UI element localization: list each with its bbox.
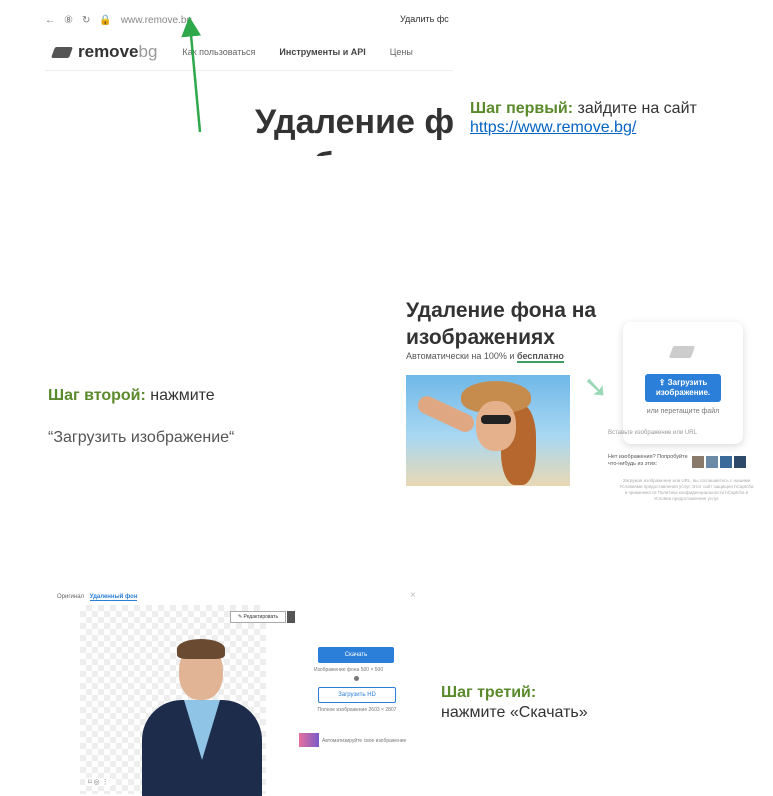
- terms-fine-print: Загружая изображение или URL, вы соглаша…: [619, 478, 754, 501]
- step2-heading-line2: изображениях: [406, 326, 555, 349]
- upload-button-label1: ⇪ Загрузить: [658, 378, 708, 387]
- edit-button[interactable]: ✎ Редактировать: [230, 611, 286, 623]
- step3-caption: Шаг третий: нажмите «Скачать»: [441, 683, 588, 723]
- step3-text: нажмите «Скачать»: [441, 704, 588, 721]
- step3-screenshot: Оригинал Удаленный фон × ✎ Редактировать…: [52, 590, 426, 796]
- drop-hint: или перетащите файл: [646, 408, 720, 415]
- curved-arrow-icon: ➘: [583, 371, 609, 404]
- step2-subtitle: Автоматически на 100% и бесплатно: [406, 351, 564, 363]
- step2-heading-line1: Удаление фона на: [406, 299, 597, 322]
- upload-image-button[interactable]: ⇪ Загрузить изображение.: [645, 374, 721, 402]
- download-button[interactable]: Скачать: [318, 647, 394, 663]
- sample-thumb[interactable]: [734, 456, 746, 468]
- step1-caption: Шаг первый: зайдите на сайт https://www.…: [470, 99, 760, 137]
- step2-text: нажмите: [150, 387, 215, 404]
- preview-size-text: Изображение фона 500 × 500: [314, 667, 384, 673]
- step1-label: Шаг первый:: [470, 100, 574, 117]
- sample-thumbnails: [692, 456, 748, 468]
- edit-dropdown-button[interactable]: [287, 611, 295, 623]
- upload-card: ⇪ Загрузить изображение. или перетащите …: [623, 322, 743, 444]
- no-image-text: Нет изображения? Попробуйте что-нибудь и…: [608, 454, 688, 467]
- sample-thumb[interactable]: [692, 456, 704, 468]
- step3-label: Шаг третий:: [441, 684, 537, 701]
- subtitle-free: бесплатно: [516, 351, 564, 363]
- upload-button-label2: изображение.: [655, 388, 711, 397]
- paste-hint[interactable]: Вставьте изображение или URL: [608, 430, 697, 436]
- result-tabs: Оригинал Удаленный фон: [57, 594, 138, 601]
- sample-photo-woman: [406, 375, 570, 486]
- sample-thumb[interactable]: [706, 456, 718, 468]
- removebg-link[interactable]: https://www.remove.bg/: [470, 119, 636, 136]
- sample-thumb[interactable]: [720, 456, 732, 468]
- tab-removed-bg[interactable]: Удаленный фон: [89, 594, 138, 601]
- full-size-text: Полное изображение 2603 × 2807: [317, 707, 397, 713]
- subtitle-prefix: Автоматически на 100% и: [406, 351, 515, 361]
- step2-caption-line2: “Загрузить изображение“: [48, 429, 235, 446]
- step2-heading: Удаление фона на изображениях: [406, 297, 596, 351]
- tab-original[interactable]: Оригинал: [57, 594, 84, 600]
- download-hd-button[interactable]: Загрузить HD: [318, 687, 396, 703]
- layers-icon: [668, 346, 696, 358]
- preview-tools[interactable]: ⌑ ◎ ⋮: [85, 778, 112, 786]
- step2-screenshot: Удаление фона на изображениях Автоматиче…: [393, 290, 768, 520]
- step1-text: зайдите на сайт: [577, 100, 697, 117]
- result-preview: ✎ Редактировать: [80, 605, 295, 796]
- automation-thumbnail: [299, 733, 319, 747]
- automation-text[interactable]: Автоматизируйте свое изображение: [322, 738, 406, 744]
- info-icon[interactable]: [354, 676, 359, 681]
- close-icon[interactable]: ×: [410, 590, 416, 601]
- step2-label: Шаг второй:: [48, 387, 146, 404]
- step2-caption: Шаг второй: нажмите: [48, 387, 215, 405]
- arrow-step1: [181, 16, 202, 133]
